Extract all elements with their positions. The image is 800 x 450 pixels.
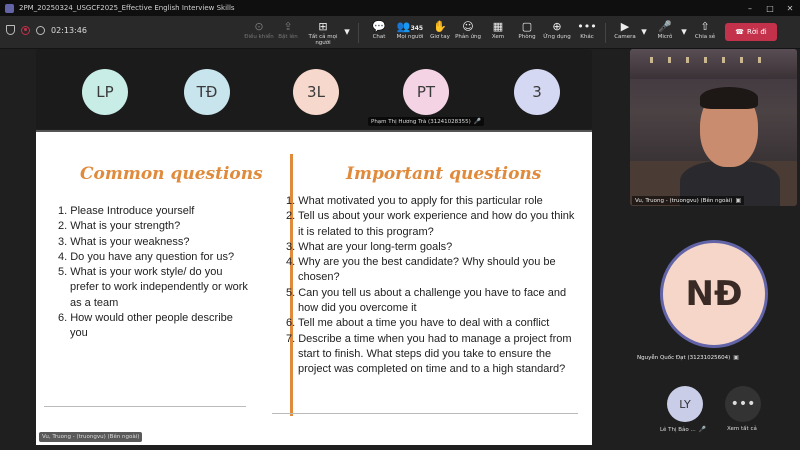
participant-name-label: Lê Thị Bảo ... 🎤	[660, 426, 707, 433]
participant-avatar[interactable]: 3L	[293, 69, 339, 115]
minimize-button[interactable]: –	[740, 4, 760, 13]
more-icon: •••	[577, 20, 597, 33]
participant-figure	[700, 87, 758, 109]
see-all-label: Xem tất cả	[727, 426, 757, 432]
more-button[interactable]: ••• Khác	[572, 20, 602, 40]
teams-app-icon	[5, 3, 14, 13]
control-icon: ⊙	[254, 20, 264, 33]
list-item: 1. Please Introduce yourself	[58, 205, 195, 217]
list-item: 7. Describe a time when you had to manag…	[286, 332, 572, 376]
slide-right-title: Important questions	[346, 164, 542, 184]
title-bar: 2PM_20250324_USGCF2025_Effective English…	[0, 0, 800, 16]
people-icon: 👥345	[396, 20, 424, 33]
camera-button[interactable]: ▶ Camera	[610, 20, 640, 40]
meeting-toolbar: 02:13:46 ⊙ Điều khiển ⇪ Bật lên ⊞ Tất cả…	[0, 16, 800, 49]
list-item: 3. What is your weakness?	[58, 235, 190, 248]
participant-avatar[interactable]: LP	[82, 69, 128, 115]
participant-avatar[interactable]: PT	[403, 69, 449, 115]
rooms-button[interactable]: ▢ Phòng	[512, 20, 542, 40]
shield-icon	[6, 25, 15, 35]
slide-divider	[44, 406, 246, 407]
slide-divider	[272, 413, 578, 414]
people-button[interactable]: 👥345 Mọi người	[394, 20, 426, 40]
mic-options-button[interactable]: ▾	[678, 25, 690, 39]
leave-button[interactable]: ☎ Rời đi	[725, 23, 777, 41]
participant-strip: LP TĐ 3L PT 3	[36, 49, 592, 129]
view-button[interactable]: ▦ Xem	[483, 20, 513, 40]
list-item: 4. Why are you the best candidate? Why s…	[286, 256, 556, 284]
phone-hangup-icon: ☎	[735, 28, 744, 36]
active-speaker-avatar[interactable]: NĐ	[660, 240, 768, 348]
common-questions-list: 1. Please Introduce yourself 2. What is …	[58, 204, 248, 342]
list-item: 2. Tell us about your work experience an…	[286, 210, 575, 238]
mic-muted-icon: 🎤	[698, 426, 707, 433]
view-dropdown-button[interactable]: ▾	[341, 25, 353, 39]
active-speaker-name: Nguyễn Quốc Đạt (31231025604) ▣	[637, 354, 739, 361]
more-icon: •••	[730, 396, 756, 412]
chevron-down-icon: ▾	[681, 25, 687, 38]
list-item: 6. How would other people describe you	[58, 312, 233, 340]
video-background	[630, 49, 797, 79]
hand-icon: ✋	[433, 20, 447, 33]
video-background	[650, 57, 770, 63]
everyone-view-button[interactable]: ⊞ Tất cả mọi người	[303, 20, 343, 46]
meeting-status: 02:13:46	[6, 25, 87, 35]
pop-out-button[interactable]: ⇪ Bật lên	[273, 20, 303, 40]
list-item: 5. Can you tell us about a challenge you…	[286, 286, 567, 315]
participant-video-tile[interactable]	[630, 49, 797, 206]
people-count: 345	[410, 25, 424, 32]
pause-icon[interactable]	[36, 25, 45, 35]
maximize-button[interactable]: □	[760, 4, 780, 13]
list-item: 5. What is your work style/ do you prefe…	[58, 266, 248, 309]
pop-out-icon: ⇪	[283, 20, 293, 33]
camera-icon: ▶	[620, 20, 630, 33]
camera-options-button[interactable]: ▾	[638, 25, 650, 39]
chat-icon: 💬	[372, 20, 386, 33]
participant-name-label: Phạm Thị Hương Trà (31241028355) 🎤	[368, 117, 485, 126]
video-tile-name: Vu, Truong - (truongvu) (Bên ngoài) ▣	[632, 196, 745, 205]
slide-left-title: Common questions	[80, 164, 263, 184]
raise-hand-button[interactable]: ✋ Giơ tay	[425, 20, 455, 40]
recording-icon	[21, 25, 30, 35]
chat-button[interactable]: 💬 Chat	[364, 20, 394, 40]
participant-avatar[interactable]: 3	[514, 69, 560, 115]
share-icon: ⇧	[700, 20, 710, 33]
screen-share-icon: ▣	[735, 197, 742, 204]
list-item: 2. What is your strength?	[58, 220, 181, 233]
close-window-button[interactable]: ✕	[780, 4, 800, 13]
presenter-caption: Vu, Truong - (truongvu) (Bên ngoài)	[39, 432, 143, 442]
grid-view-icon: ⊞	[318, 20, 328, 33]
list-item: 1. What motivated you to apply for this …	[286, 195, 543, 207]
share-button[interactable]: ⇧ Chia sẻ	[690, 20, 720, 40]
important-questions-list: 1. What motivated you to apply for this …	[286, 194, 578, 378]
participant-avatar[interactable]: TĐ	[184, 69, 230, 115]
reactions-button[interactable]: ☺ Phản ứng	[453, 20, 483, 40]
smiley-icon: ☺	[462, 20, 474, 33]
control-button[interactable]: ⊙ Điều khiển	[244, 20, 274, 40]
toolbar-divider	[605, 23, 606, 43]
chevron-down-icon: ▾	[344, 25, 350, 38]
mic-button[interactable]: 🎤 Micrô	[650, 20, 680, 40]
apps-button[interactable]: ⊕ Ứng dụng	[542, 20, 572, 40]
participant-avatar[interactable]: LY	[667, 386, 703, 422]
screen-share-icon: ▣	[733, 354, 739, 361]
mic-muted-icon: 🎤	[658, 20, 672, 33]
list-item: 6. Tell me about a time you have to deal…	[286, 317, 550, 330]
see-all-button[interactable]: •••	[725, 386, 761, 422]
list-item: 4. Do you have any question for us?	[58, 250, 235, 263]
list-item: 3. What are your long-term goals?	[286, 240, 453, 253]
layout-icon: ▦	[492, 20, 504, 33]
toolbar-divider	[358, 23, 359, 43]
chevron-down-icon: ▾	[641, 25, 647, 38]
apps-icon: ⊕	[552, 20, 562, 33]
meeting-timer: 02:13:46	[51, 25, 87, 35]
rooms-icon: ▢	[521, 20, 533, 33]
mic-muted-icon: 🎤	[473, 118, 482, 125]
window-title: 2PM_20250324_USGCF2025_Effective English…	[19, 4, 235, 12]
shared-slide: Common questions 1. Please Introduce you…	[36, 130, 592, 445]
